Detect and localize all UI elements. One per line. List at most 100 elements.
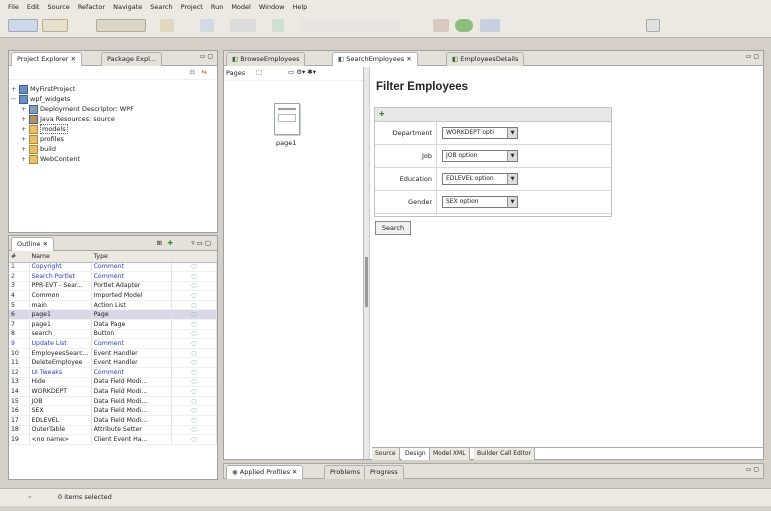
tab-applied-profiles[interactable]: ◉ Applied Profiles ✕	[226, 465, 304, 479]
fast-view-icon[interactable]: ⌁	[28, 493, 32, 501]
page-item-label[interactable]: page1	[276, 139, 296, 147]
view-menu-icon[interactable]: ▿ ▭ ▢	[191, 239, 211, 247]
design-view: Filter Employees ✚ Department WORKDEPT op…	[372, 81, 762, 441]
run-config-icon[interactable]	[200, 19, 214, 32]
table-row[interactable]: 6 page1 Page ○	[9, 309, 217, 321]
table-row[interactable]: 5 main Action List ○	[9, 300, 217, 311]
menu-help[interactable]: Help	[292, 3, 307, 11]
row-type: Data Field Modi...	[91, 415, 172, 426]
table-row[interactable]: 1 Copyright Comment ○	[9, 262, 217, 273]
menu-model[interactable]: Model	[231, 3, 251, 11]
tab-outline[interactable]: Outline ✕	[11, 237, 55, 251]
tree-item-models[interactable]: + models	[11, 124, 215, 134]
editor-area: ◧ BrowseEmployees ◧ SearchEmployees ✕ ◧ …	[223, 50, 764, 460]
table-row[interactable]: 18 OuterTable Attribute Setter ○	[9, 425, 217, 436]
tab-design[interactable]: Design	[402, 448, 430, 460]
run-icon[interactable]	[455, 19, 473, 32]
menu-search[interactable]: Search	[150, 3, 172, 11]
tab-browse-employees[interactable]: ◧ BrowseEmployees	[226, 52, 306, 66]
collapse-all-icon[interactable]: ⊟	[190, 68, 195, 76]
debug-icon[interactable]	[433, 19, 449, 32]
table-row[interactable]: 10 EmployeesSearc... Event Handler ○	[9, 348, 217, 359]
page-toolbar-icons[interactable]: ▭ ⚙▾ ✱▾	[288, 68, 316, 76]
table-row[interactable]: 14 WORKDEPT Data Field Modi... ○	[9, 386, 217, 397]
field-select[interactable]: JOB option ▼	[442, 150, 518, 162]
row-name: OuterTable	[29, 425, 92, 436]
row-number: 8	[9, 329, 30, 340]
column-header-type[interactable]: Type	[91, 251, 172, 263]
external-tools-icon[interactable]	[480, 19, 500, 32]
menu-navigate[interactable]: Navigate	[113, 3, 142, 11]
tree-item-java-resources[interactable]: + Java Resources: source	[11, 114, 215, 124]
refactor-icon[interactable]	[96, 19, 146, 32]
tab-problems[interactable]: Problems	[324, 465, 366, 479]
tab-model-xml[interactable]: Model XML	[430, 448, 470, 460]
minimize-icon[interactable]: ▭ ▢	[200, 53, 213, 60]
new-page-icon[interactable]: ⬚	[256, 68, 262, 76]
tab-search-employees[interactable]: ◧ SearchEmployees ✕	[332, 52, 418, 66]
row-number: 6	[9, 309, 30, 321]
field-label: Gender	[375, 190, 437, 214]
row-name: page1	[29, 309, 92, 321]
table-row[interactable]: 11 DeleteEmployee Event Handler ○	[9, 357, 217, 369]
table-row[interactable]: 17 EDLEVEL Data Field Modi... ○	[9, 415, 217, 426]
tab-builder-call-editor[interactable]: Builder Call Editor	[474, 448, 535, 460]
tree-item-build[interactable]: + build	[11, 144, 215, 154]
table-row[interactable]: 4 Common Imported Model ○	[9, 290, 217, 301]
bottom-minimize-icon[interactable]: ▭ ▢	[746, 466, 759, 473]
table-row[interactable]: 19 <no name> Client Event Ha... ○	[9, 434, 217, 445]
column-header-number[interactable]: #	[9, 251, 30, 263]
pages-splitter[interactable]	[364, 67, 370, 459]
tree-item-webcontent[interactable]: + WebContent	[11, 154, 215, 164]
select-value: EDLEVEL option	[446, 175, 494, 182]
add-builder-icon[interactable]: ✚	[168, 239, 173, 247]
search-tool-icon[interactable]	[160, 19, 174, 32]
field-select[interactable]: SEX option ▼	[442, 196, 518, 208]
builder-icon[interactable]	[230, 19, 256, 32]
search-button[interactable]: Search	[375, 221, 411, 235]
new-icon[interactable]	[8, 19, 38, 32]
folder-icon	[29, 134, 38, 144]
row-status-icon: ○	[171, 329, 217, 340]
tree-item-deployment-descriptor[interactable]: + Deployment Descriptor: WPF	[11, 104, 215, 114]
table-row[interactable]: 15 JOB Data Field Modi... ○	[9, 396, 217, 407]
tab-progress[interactable]: Progress	[364, 465, 404, 479]
column-header-name[interactable]: Name	[29, 251, 92, 263]
menu-source[interactable]: Source	[47, 3, 69, 11]
save-icon[interactable]	[42, 19, 68, 32]
tab-package-explorer[interactable]: Package Expl...	[101, 52, 163, 66]
tree-item-wpf-widgets[interactable]: − wpf_widgets	[11, 94, 215, 104]
field-select[interactable]: WORKDEPT opti ▼	[442, 127, 518, 139]
menu-edit[interactable]: Edit	[27, 3, 40, 11]
table-row[interactable]: 16 SEX Data Field Modi... ○	[9, 405, 217, 416]
row-number: 14	[9, 386, 30, 397]
table-row[interactable]: 9 Update List Comment ○	[9, 338, 217, 349]
table-row[interactable]: 2 Search Portlet Comment ○	[9, 271, 217, 282]
table-row[interactable]: 12 UI Tweaks Comment ○	[9, 367, 217, 378]
tree-item-profiles[interactable]: + profiles	[11, 134, 215, 144]
table-row[interactable]: 7 page1 Data Page ○	[9, 319, 217, 330]
tab-source[interactable]: Source	[372, 448, 400, 460]
field-label: Department	[375, 121, 437, 145]
link-editor-icon[interactable]: ⇆	[202, 68, 207, 76]
page-icon[interactable]	[274, 103, 300, 135]
tab-project-explorer[interactable]: Project Explorer ✕	[11, 52, 82, 66]
menu-run[interactable]: Run	[211, 3, 223, 11]
tree-label: profiles	[40, 135, 64, 143]
row-number: 2	[9, 271, 30, 282]
field-select[interactable]: EDLEVEL option ▼	[442, 173, 518, 185]
menu-project[interactable]: Project	[181, 3, 203, 11]
table-row[interactable]: 13 Hide Data Field Modi... ○	[9, 377, 217, 388]
tree-item-myfirstproject[interactable]: + MyFirstProject	[11, 84, 215, 94]
table-row[interactable]: 3 PPR-EVT - Sear... Portlet Adapter ○	[9, 281, 217, 292]
build-icon[interactable]	[272, 19, 284, 32]
editor-minimize-icon[interactable]: ▭ ▢	[746, 53, 759, 60]
menu-window[interactable]: Window	[259, 3, 285, 11]
folder-icon	[29, 144, 38, 154]
open-perspective-icon[interactable]	[646, 19, 660, 32]
table-row[interactable]: 8 search Button ○	[9, 329, 217, 340]
menu-refactor[interactable]: Refactor	[78, 3, 105, 11]
menu-file[interactable]: File	[8, 3, 19, 11]
tab-employees-details[interactable]: ◧ EmployeesDetails	[446, 52, 525, 66]
sort-icon[interactable]: ⊞	[157, 239, 162, 247]
